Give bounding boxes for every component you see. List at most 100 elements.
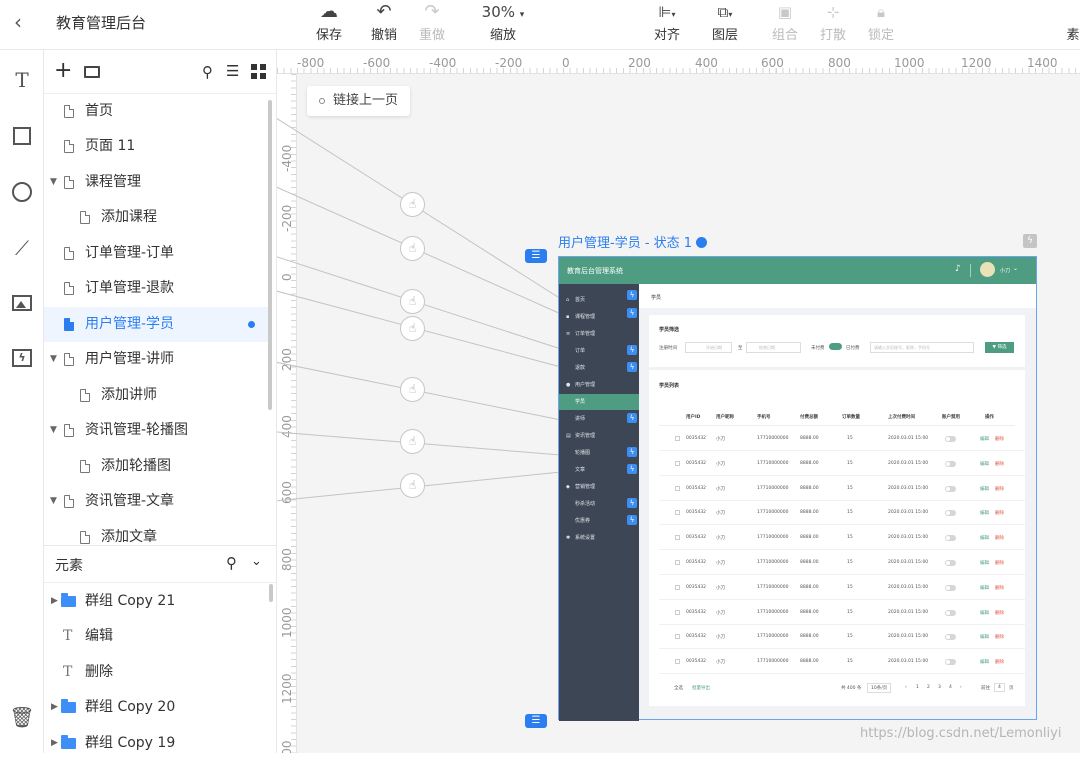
page-item-add-teacher[interactable]: 添加讲师 [44,378,270,413]
edit-link[interactable]: 编辑 [980,510,989,516]
sort-list-icon[interactable]: ☰ [226,62,239,80]
interaction-flash-icon[interactable]: ϟ [1023,234,1037,248]
elements-scrollbar[interactable] [269,584,273,602]
circle-tool-icon[interactable] [9,179,35,205]
delete-link[interactable]: 删除 [995,610,1004,616]
edit-link[interactable]: 编辑 [980,436,989,442]
mock-select-all[interactable]: 全选 [674,685,683,691]
artboard-title[interactable]: 用户管理-学员 - 状态 1 [558,232,708,251]
hotspot-flash-icon[interactable]: ϟ [627,290,637,300]
row-checkbox[interactable] [675,535,680,541]
page-item-orders[interactable]: 订单管理-订单 [44,236,270,271]
image-tool-icon[interactable] [9,290,35,316]
undo-button[interactable]: ↶ 撤销 [366,0,402,50]
artboard[interactable]: 教育后台管理系统 ♪ 小刀 ⌄ ⌂ 首页 ▪ 课程管理 ≡ 订单管理 订单 退款 ● 用… [558,256,1037,721]
mock-goto-input[interactable]: 4 [994,683,1005,692]
hotspot-flash-icon[interactable]: ϟ [627,515,637,525]
search-icon[interactable]: ⚲ [226,554,237,572]
chevron-down-icon[interactable]: ⌄ [251,554,262,569]
row-checkbox[interactable] [675,634,680,640]
mock-page-size[interactable]: 10条/页 [867,683,892,693]
page-item-teachers[interactable]: ▼ 用户管理-讲师 [44,342,270,377]
redo-button[interactable]: ↷ 重做 [414,0,450,50]
bell-icon[interactable]: ♪ [955,264,961,274]
layer-button[interactable]: ⧉▾ 图层 [706,0,744,50]
caret-down-icon[interactable]: ▼ [50,413,60,448]
row-checkbox[interactable] [675,560,680,565]
mock-search-input[interactable]: 请输入学员账号，昵称，手机号 [870,342,974,353]
page-item-add-banner[interactable]: 添加轮播图 [44,449,270,484]
edit-link[interactable]: 编辑 [980,585,989,591]
text-tool-icon[interactable]: T [9,67,35,93]
link-hotspot-icon[interactable]: ☝ [400,429,425,454]
page-item-home[interactable]: 首页 [44,94,270,129]
grid-view-icon[interactable] [251,64,266,79]
design-canvas[interactable]: -800 -600 -400 -200 0 200 400 600 800 10… [277,50,1080,753]
add-folder-icon[interactable] [84,66,100,78]
row-checkbox[interactable] [675,485,680,491]
hotspot-flash-icon[interactable]: ϟ [627,308,637,318]
page-item-banner[interactable]: ▼ 资讯管理-轮播图 [44,413,270,448]
page-item-articles[interactable]: ▼ 资讯管理-文章 [44,484,270,519]
link-hotspot-icon[interactable]: ☝ [400,377,425,402]
edit-link[interactable]: 编辑 [980,486,989,492]
artboard-menu-icon[interactable]: ☰ [525,714,547,728]
chevron-down-icon[interactable]: ⌄ [1013,265,1018,272]
element-item-group-19[interactable]: ▶ 群组 Copy 19 [44,726,270,761]
element-item-group-21[interactable]: ▶ 群组 Copy 21 [44,584,270,619]
row-checkbox[interactable] [675,584,680,590]
mock-menu-order[interactable]: ≡ 订单管理 [559,326,639,342]
disable-toggle[interactable] [945,535,956,542]
row-checkbox[interactable] [675,460,680,466]
save-button[interactable]: ☁ 保存 [309,0,349,50]
add-page-icon[interactable]: + [54,60,72,82]
caret-right-icon[interactable]: ▶ [51,584,58,619]
caret-down-icon[interactable]: ▼ [50,342,60,377]
more-button[interactable]: 素 [1066,0,1080,50]
mock-menu-user[interactable]: ● 用户管理 [559,377,639,393]
mock-date-start[interactable]: 开始日期 [685,342,732,353]
mock-prev-icon[interactable]: ‹ [905,685,907,690]
mock-date-end[interactable]: 结束日期 [746,342,801,353]
disable-toggle[interactable] [945,609,956,616]
search-icon[interactable]: ⚲ [202,63,213,81]
group-button[interactable]: ▣ 组合 [768,0,802,50]
pages-scrollbar[interactable] [268,100,272,410]
disable-toggle[interactable] [945,634,956,641]
hotspot-flash-icon[interactable]: ϟ [627,362,637,372]
edit-link[interactable]: 编辑 [980,610,989,616]
mock-page-2[interactable]: 2 [927,685,930,690]
hotspot-flash-icon[interactable]: ϟ [627,498,637,508]
page-item-course[interactable]: ▼ 课程管理 [44,165,270,200]
link-hotspot-icon[interactable]: ☝ [400,316,425,341]
row-checkbox[interactable] [675,510,680,516]
mock-menu-students[interactable]: 学员 [559,394,639,410]
link-hotspot-icon[interactable]: ☝ [400,192,425,217]
edit-link[interactable]: 编辑 [980,461,989,467]
hotspot-tool-icon[interactable]: ϟ [9,345,35,371]
mock-page-1[interactable]: 1 [916,685,919,690]
page-item-add-article[interactable]: 添加文章 [44,520,270,545]
disable-toggle[interactable] [945,659,956,666]
hotspot-flash-icon[interactable]: ϟ [627,345,637,355]
row-checkbox[interactable] [675,609,680,615]
edit-link[interactable]: 编辑 [980,560,989,566]
edit-link[interactable]: 编辑 [980,535,989,541]
disable-toggle[interactable] [945,560,956,566]
mock-menu-marketing[interactable]: ◆ 营销管理 [559,479,639,495]
delete-link[interactable]: 删除 [995,436,1004,442]
link-hotspot-icon[interactable]: ☝ [400,473,425,498]
hotspot-flash-icon[interactable]: ϟ [627,413,637,423]
disable-toggle[interactable] [945,460,956,467]
row-checkbox[interactable] [675,436,680,441]
link-hotspot-icon[interactable]: ☝ [400,289,425,314]
ungroup-button[interactable]: ⊹ 打散 [816,0,850,50]
edit-link[interactable]: 编辑 [980,634,989,640]
element-item-edit[interactable]: T 编辑 [44,619,270,654]
caret-down-icon[interactable]: ▼ [50,165,60,200]
page-item-add-course[interactable]: 添加课程 [44,200,270,235]
artboard-menu-icon[interactable]: ☰ [525,249,547,263]
disable-toggle[interactable] [945,510,956,517]
trash-icon[interactable]: 🗑︎ [9,704,35,730]
disable-toggle[interactable] [945,485,956,492]
